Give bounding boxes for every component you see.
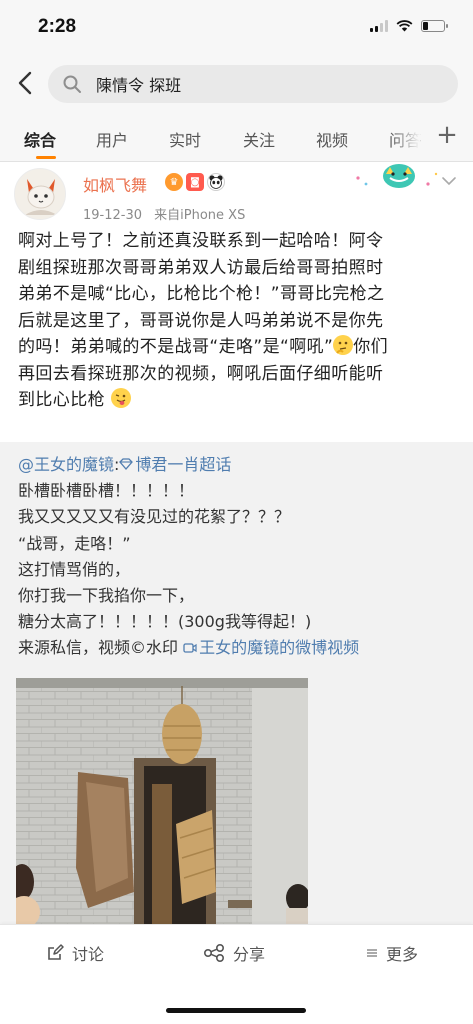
retweet-line: “战哥，走咯！” xyxy=(18,533,131,553)
source-prefix: 来源私信，视频©水印 xyxy=(18,638,179,658)
retweet-source-line: 来源私信，视频©水印 王女的魔镜的微博视频 xyxy=(18,635,458,661)
retweet-text: @王女的魔镜: 博君一肖超话 卧槽卧槽卧槽！！！！！ 我又又又又又有没见过的花絮了… xyxy=(18,452,458,662)
panda-icon xyxy=(207,173,225,191)
more-button[interactable]: 更多 xyxy=(366,941,418,965)
retweet-block[interactable]: @王女的魔镜: 博君一肖超话 卧槽卧槽卧槽！！！！！ 我又又又又又有没见过的花絮了… xyxy=(0,442,473,924)
status-time: 2:28 xyxy=(38,16,77,37)
tab-comprehensive[interactable]: 综合 xyxy=(24,127,56,151)
more-label: 更多 xyxy=(386,945,419,964)
post-meta: 19-12-30 来自iPhone XS xyxy=(83,204,253,223)
search-query: 陳情令 探班 xyxy=(96,76,182,95)
status-bar: 2:28 xyxy=(0,0,473,56)
tongue-emoji-icon xyxy=(110,388,131,408)
search-icon xyxy=(62,74,82,94)
search-header: 陳情令 探班 xyxy=(0,56,473,112)
post-header: 如枫飞舞 ♛ ◙ 19-12-30 来自iPhone XS xyxy=(0,162,473,223)
comment-icon xyxy=(48,944,64,960)
comment-label: 讨论 xyxy=(72,945,105,964)
share-label: 分享 xyxy=(233,945,266,964)
home-indicator xyxy=(166,1008,306,1013)
post-line-text: 到比心比枪 xyxy=(18,390,105,410)
plus-icon[interactable]: + xyxy=(432,120,462,150)
more-lines-icon xyxy=(367,949,377,957)
comment-button[interactable]: 讨论 xyxy=(46,941,104,965)
back-arrow-icon xyxy=(18,71,32,95)
retweet-line: 你打我一下我掐你一下， xyxy=(18,586,195,606)
retweet-header: @王女的魔镜: 博君一肖超话 xyxy=(18,452,458,478)
share-button[interactable]: 分享 xyxy=(203,941,265,965)
post-line: 的吗！弟弟喊的不是战哥“走咯”是“啊吼” 你们 xyxy=(18,334,458,361)
vip-crown-icon: ♛ xyxy=(165,173,183,191)
tab-users[interactable]: 用户 xyxy=(96,127,128,151)
search-tabs: 综合 用户 实时 关注 视频 问答 + xyxy=(0,112,473,162)
retweet-line: 我又又又又又有没见过的花絮了？？？ xyxy=(18,507,291,527)
post-line-text: 的吗！弟弟喊的不是战哥“走咯”是“啊吼” xyxy=(18,337,334,357)
tab-following[interactable]: 关注 xyxy=(243,127,275,151)
post-line: 再回去看探班那次的视频，啊吼后面仔细听能听 xyxy=(18,363,384,384)
wifi-icon xyxy=(396,20,413,32)
post-action-bar: 讨论 分享 更多 xyxy=(0,924,473,980)
tab-realtime[interactable]: 实时 xyxy=(169,127,201,151)
card-decoration-icon xyxy=(356,164,438,188)
retweet-line: 卧槽卧槽卧槽！！！！！ xyxy=(18,481,195,501)
video-icon xyxy=(183,643,197,654)
post-line: 后就是这里了，哥哥说你是人吗弟弟说不是你先 xyxy=(18,310,384,331)
post-line-text: 你们 xyxy=(353,337,389,357)
post-line: 弟弟不是喊“比心，比枪比个枪！”哥哥比完枪之 xyxy=(18,284,385,304)
member-badge-icon: ◙ xyxy=(186,173,204,191)
battery-icon xyxy=(421,20,448,32)
retweet-line: 糖分太高了！！！！！(300g我等得起！) xyxy=(18,612,312,632)
active-tab-indicator xyxy=(36,156,56,159)
topic-link[interactable]: 博君一肖超话 xyxy=(119,455,231,474)
signal-icon xyxy=(370,20,388,32)
video-thumbnail[interactable] xyxy=(16,678,308,924)
post-line: 剧组探班那次哥哥弟弟双人访最后给哥哥拍照时 xyxy=(18,257,384,278)
video-link[interactable]: 王女的魔镜的微博视频 xyxy=(183,638,359,657)
video-link-label: 王女的魔镜的微博视频 xyxy=(199,638,360,658)
username[interactable]: 如枫飞舞 xyxy=(83,172,147,196)
thinking-emoji-icon xyxy=(333,335,354,355)
chevron-down-icon[interactable] xyxy=(440,172,458,190)
post-date: 19-12-30 xyxy=(83,208,143,223)
user-badges: ♛ ◙ xyxy=(165,173,225,191)
diamond-icon xyxy=(119,458,134,470)
post-source: 来自iPhone XS xyxy=(154,208,246,223)
bottom-safe-area xyxy=(0,980,473,1024)
status-icons xyxy=(370,20,448,32)
post-line: 啊对上号了！之前还真没联系到一起哈哈！阿令 xyxy=(18,231,384,251)
tabs-fade xyxy=(390,112,420,161)
retweet-author-link[interactable]: @王女的魔镜 xyxy=(18,455,114,474)
share-icon xyxy=(203,944,224,962)
avatar[interactable] xyxy=(14,168,66,220)
tab-video[interactable]: 视频 xyxy=(316,127,348,151)
retweet-line: 这打情骂俏的， xyxy=(18,559,131,579)
post-line: 到比心比枪 xyxy=(18,387,458,414)
search-input[interactable]: 陳情令 探班 xyxy=(48,65,458,103)
topic-label: 博君一肖超话 xyxy=(135,455,232,474)
back-button[interactable] xyxy=(10,68,40,98)
post-body: 啊对上号了！之前还真没联系到一起哈哈！阿令 剧组探班那次哥哥弟弟双人访最后给哥哥… xyxy=(18,228,458,414)
